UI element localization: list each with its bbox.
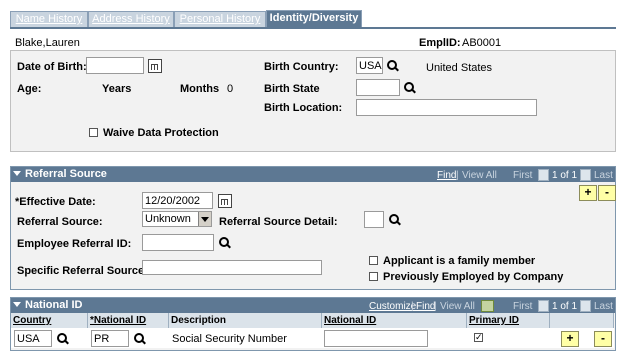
row-type-input[interactable]: PR [91, 330, 129, 347]
col-actions [550, 313, 614, 328]
waive-label: Waive Data Protection [103, 127, 219, 139]
grid-download-icon[interactable] [481, 300, 494, 312]
birth-state-input[interactable] [356, 79, 400, 96]
calendar-icon[interactable] [148, 59, 162, 73]
employee-referral-search-icon[interactable] [218, 236, 231, 249]
birth-state-search-icon[interactable] [403, 81, 416, 94]
referral-detail-search-icon[interactable] [388, 213, 401, 226]
referral-count: 1 of 1 [552, 170, 578, 181]
years-label: Years [102, 83, 132, 95]
national-next-icon[interactable] [580, 300, 591, 312]
referral-last: Last [594, 170, 613, 181]
employee-referral-label: Employee Referral ID: [17, 238, 132, 250]
specific-referral-label: Specific Referral Source: [17, 265, 148, 277]
tab-underline [10, 27, 616, 29]
col-country[interactable]: Country [11, 313, 88, 328]
referral-find-link[interactable]: Find [437, 170, 456, 181]
national-first: First [513, 301, 533, 312]
family-member-checkbox[interactable] [369, 256, 378, 265]
family-member-label: Applicant is a family member [383, 255, 536, 267]
birth-location-input[interactable] [356, 99, 537, 116]
emplid-label: EmplID: [419, 37, 461, 49]
row-primary-checkbox[interactable]: ✓ [474, 333, 483, 342]
national-last: Last [594, 301, 613, 312]
birth-country-search-icon[interactable] [386, 59, 399, 72]
birth-location-label: Birth Location: [264, 102, 343, 114]
employee-name: Blake,Lauren [15, 37, 80, 49]
birth-country-input[interactable]: USA [356, 57, 383, 74]
prev-employed-label: Previously Employed by Company [383, 271, 564, 283]
referral-source-label: Referral Source: [17, 216, 103, 228]
customize-link[interactable]: Customize [369, 301, 416, 312]
birth-state-label: Birth State [264, 83, 320, 95]
referral-title[interactable]: Referral Source [13, 168, 107, 180]
collapse-icon [13, 171, 21, 176]
national-sep-2: | [434, 301, 437, 312]
age-label: Age: [17, 83, 42, 95]
waive-checkbox[interactable] [89, 128, 98, 137]
row-remove-button[interactable]: - [594, 331, 612, 347]
col-national-id-type[interactable]: *National ID Type [88, 313, 169, 341]
col-primary-id[interactable]: Primary ID [467, 313, 550, 328]
referral-sep: | [456, 170, 459, 181]
tab-personal-history[interactable]: Personal History [174, 11, 266, 27]
tab-name-history[interactable]: Name History [10, 11, 88, 27]
referral-prev-icon[interactable] [538, 169, 549, 181]
referral-view-all: View All [462, 170, 497, 181]
tab-identity-diversity[interactable]: Identity/Diversity [266, 10, 362, 28]
birth-country-label: Birth Country: [264, 61, 339, 73]
row-country-input[interactable]: USA [14, 330, 52, 347]
dob-input[interactable] [86, 57, 144, 74]
row-country-search-icon[interactable] [56, 332, 69, 345]
col-national-id[interactable]: National ID [322, 313, 467, 328]
specific-referral-input[interactable] [142, 260, 322, 275]
emplid-value: AB0001 [462, 37, 502, 49]
collapse-icon [13, 302, 21, 307]
referral-add-button[interactable]: + [579, 185, 597, 201]
effective-date-label: *Effective Date: [15, 196, 96, 208]
birth-country-desc: United States [426, 62, 493, 74]
national-find-link[interactable]: Find [416, 301, 435, 312]
referral-source-value: Unknown [145, 213, 191, 225]
months-label: Months [180, 83, 220, 95]
referral-next-icon[interactable] [580, 169, 591, 181]
effective-date-input[interactable]: 12/20/2002 [142, 192, 213, 209]
effective-calendar-icon[interactable] [218, 194, 232, 208]
row-national-id-input[interactable] [324, 330, 428, 347]
col-description: Description [169, 313, 322, 328]
referral-source-select[interactable]: Unknown [142, 211, 212, 227]
referral-detail-label: Referral Source Detail: [219, 216, 338, 228]
national-prev-icon[interactable] [538, 300, 549, 312]
employee-referral-input[interactable] [142, 234, 214, 251]
national-sep-1: | [411, 301, 414, 312]
dropdown-arrow-icon[interactable] [198, 212, 211, 226]
national-count: 1 of 1 [552, 301, 578, 312]
referral-detail-input[interactable] [364, 211, 384, 228]
national-id-title[interactable]: National ID [13, 299, 82, 311]
referral-remove-button[interactable]: - [598, 185, 616, 201]
row-description: Social Security Number [172, 333, 287, 345]
row-add-button[interactable]: + [561, 331, 579, 347]
referral-first: First [513, 170, 533, 181]
row-type-search-icon[interactable] [133, 332, 146, 345]
months-value: 0 [227, 83, 234, 95]
national-view-all: View All [440, 301, 475, 312]
dob-label: Date of Birth: [17, 61, 87, 73]
tab-address-history[interactable]: Address History [88, 11, 174, 27]
prev-employed-checkbox[interactable] [369, 272, 378, 281]
